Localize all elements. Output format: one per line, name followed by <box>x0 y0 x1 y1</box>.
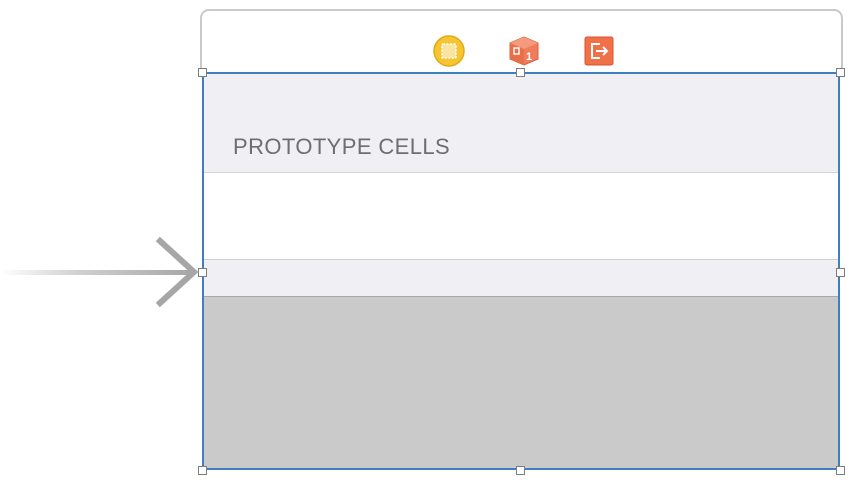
resize-handle-bottom-left[interactable] <box>198 466 207 475</box>
resize-handle-middle-left[interactable] <box>198 268 207 277</box>
scene-dock: 1 <box>200 9 843 73</box>
resize-handle-top-left[interactable] <box>198 68 207 77</box>
svg-text:1: 1 <box>526 51 532 63</box>
resize-handle-bottom-right[interactable] <box>836 466 845 475</box>
table-empty-area <box>204 297 838 468</box>
storyboard-canvas: 1 PROTOTYPE CELLS <box>0 0 855 485</box>
table-section-footer <box>204 260 838 297</box>
resize-handle-middle-right[interactable] <box>836 268 845 277</box>
resize-handle-top-right[interactable] <box>836 68 845 77</box>
view-controller-icon[interactable] <box>433 35 465 67</box>
first-responder-icon[interactable]: 1 <box>508 35 540 67</box>
prototype-cell[interactable] <box>204 173 838 260</box>
table-view-controller-scene[interactable]: PROTOTYPE CELLS <box>202 72 840 470</box>
prototype-cells-label: PROTOTYPE CELLS <box>233 134 451 159</box>
exit-icon[interactable] <box>583 35 615 67</box>
resize-handle-top-center[interactable] <box>516 68 525 77</box>
table-section-header: PROTOTYPE CELLS <box>204 74 838 173</box>
resize-handle-bottom-center[interactable] <box>516 466 525 475</box>
